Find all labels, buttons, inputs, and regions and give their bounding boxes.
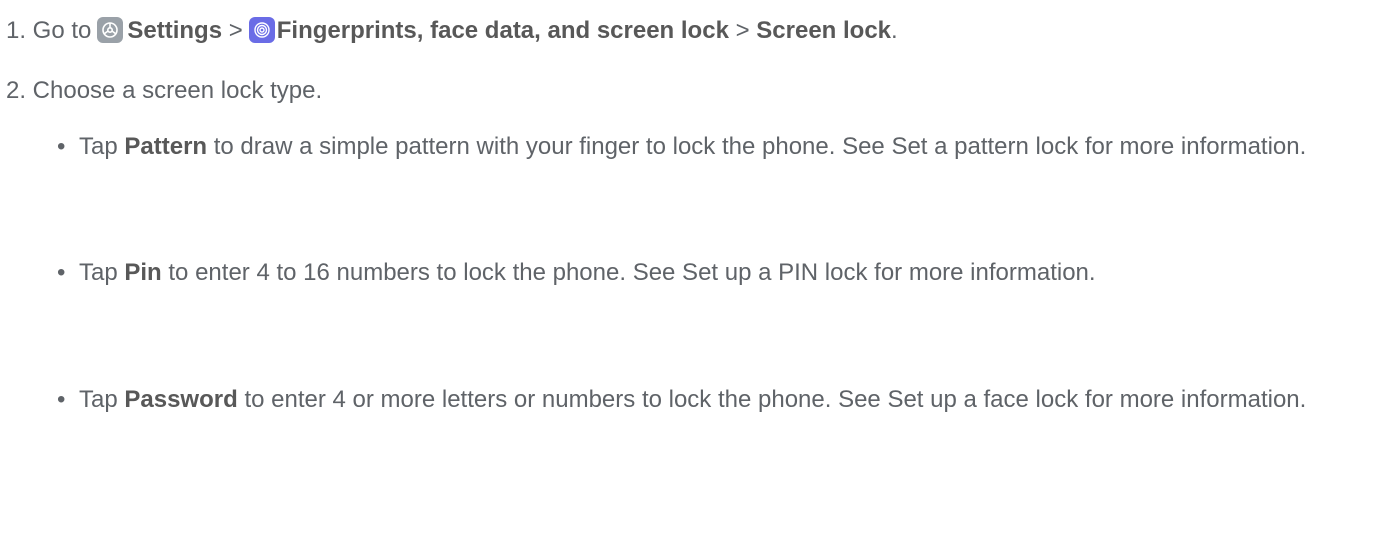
tap-word: Tap bbox=[79, 386, 118, 413]
breadcrumb-separator: > bbox=[228, 17, 243, 44]
step-1-suffix: . bbox=[891, 17, 898, 44]
option-name: Pin bbox=[124, 259, 162, 286]
option-name: Password bbox=[124, 386, 238, 413]
option-name: Pattern bbox=[124, 133, 208, 160]
fingerprint-icon-glyph bbox=[254, 22, 270, 38]
option-description: to draw a simple pattern with your finge… bbox=[213, 133, 1307, 160]
tap-word: Tap bbox=[79, 259, 118, 286]
option-description: to enter 4 to 16 numbers to lock the pho… bbox=[168, 259, 1096, 286]
tap-word: Tap bbox=[79, 133, 118, 160]
fingerprint-icon bbox=[248, 17, 275, 43]
option-description: to enter 4 or more letters or numbers to… bbox=[244, 386, 1307, 413]
bullet-marker: • bbox=[57, 386, 66, 413]
list-item-pattern: • Tap Pattern to draw a simple pattern w… bbox=[57, 127, 1374, 167]
step-1: 1. Go to Settings > Fingerprints, face d… bbox=[6, 15, 898, 47]
screen-lock-link-text: Screen lock bbox=[756, 17, 892, 44]
list-item-pin: • Tap Pin to enter 4 to 16 numbers to lo… bbox=[57, 253, 1374, 293]
settings-gear-icon bbox=[97, 17, 124, 43]
bullet-marker: • bbox=[57, 259, 66, 286]
document: 1. Go to Settings > Fingerprints, face d… bbox=[0, 0, 1384, 551]
list-item-password: • Tap Password to enter 4 or more letter… bbox=[57, 380, 1374, 420]
settings-link-text: Settings bbox=[127, 17, 223, 44]
bullet-marker: • bbox=[57, 133, 66, 160]
breadcrumb-separator: > bbox=[735, 17, 750, 44]
step-1-prefix: 1. Go to bbox=[6, 17, 92, 44]
fingerprints-link-text: Fingerprints, face data, and screen lock bbox=[276, 17, 729, 44]
step-2: 2. Choose a screen lock type. bbox=[6, 77, 323, 104]
settings-gear-icon-glyph bbox=[102, 22, 119, 38]
